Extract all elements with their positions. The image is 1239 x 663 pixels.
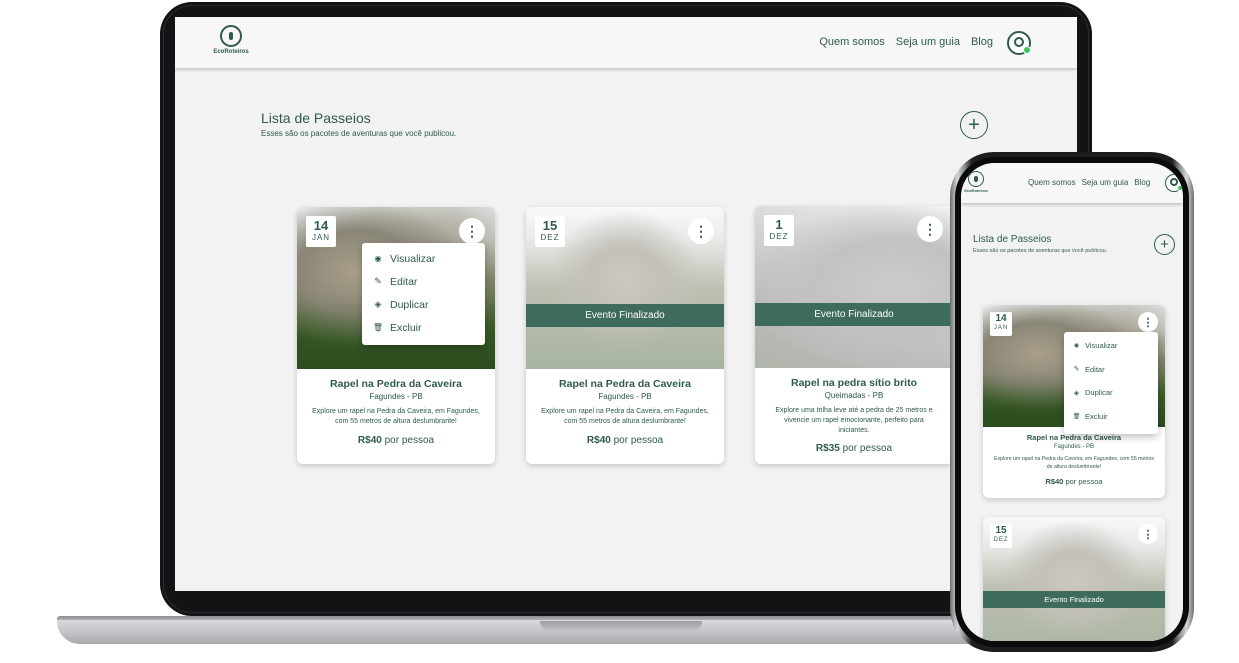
date-badge: 14 JAN xyxy=(306,216,336,247)
card-description: Explore um rapel na Pedra da Caveira, em… xyxy=(541,408,709,425)
date-badge: 15 DEZ xyxy=(535,216,565,247)
plus-icon: + xyxy=(1160,236,1169,253)
card-options-button[interactable]: ⋮ xyxy=(917,216,943,242)
mobile-top-navbar: EcoRoteiros Quem somos Seja um guia Blog xyxy=(961,163,1183,203)
card-description: Explore uma trilha leve até a pedra de 2… xyxy=(775,407,933,434)
event-finished-banner: Evento Finalizado xyxy=(755,303,953,326)
nav-link-seja-um-guia[interactable]: Seja um guia xyxy=(1082,178,1129,187)
card-title: Rapel na Pedra da Caveira xyxy=(1026,433,1122,442)
card-location: Fagundes - PB xyxy=(369,392,423,401)
add-tour-button[interactable]: + xyxy=(960,111,988,139)
layers-icon: ◈ xyxy=(1073,389,1080,397)
page-subtitle: Esses são os pacotes de aventuras que vo… xyxy=(973,248,1108,254)
card-price: R$40 por pessoa xyxy=(586,435,664,446)
online-status-dot xyxy=(1177,185,1183,191)
laptop-screen: EcoRoteiros Quem somos Seja um guia Blog… xyxy=(175,17,1077,591)
card-options-menu: ◉ Visualizar ✎ Editar ◈ Duplicar 🗑 Exclu… xyxy=(362,243,485,345)
nav-link-seja-um-guia[interactable]: Seja um guia xyxy=(896,36,960,48)
user-avatar[interactable] xyxy=(1165,174,1183,192)
pencil-icon: ✎ xyxy=(1073,366,1080,374)
card-options-menu: ◉ Visualizar ✎ Editar ◈ Duplicar 🗑 Exclu… xyxy=(1064,332,1158,434)
menu-item-duplicar[interactable]: ◈ Duplicar xyxy=(362,293,485,316)
menu-item-duplicar[interactable]: ◈ Duplicar xyxy=(1064,381,1158,405)
card-price: R$40 por pessoa xyxy=(357,435,435,446)
menu-item-excluir[interactable]: 🗑 Excluir xyxy=(362,316,485,339)
card-price: R$35 por pessoa xyxy=(815,443,893,454)
card-title: Rapel na Pedra da Caveira xyxy=(559,378,691,390)
menu-item-editar[interactable]: ✎ Editar xyxy=(1064,358,1158,382)
brand-name: EcoRoteiros xyxy=(213,49,249,55)
menu-item-editar[interactable]: ✎ Editar xyxy=(362,270,485,293)
card-options-button[interactable]: ⋮ xyxy=(688,218,714,244)
kebab-menu-icon: ⋮ xyxy=(1142,316,1154,329)
user-avatar[interactable] xyxy=(1007,31,1031,55)
trash-icon: 🗑 xyxy=(1072,413,1081,420)
page-title: Lista de Passeios xyxy=(261,110,371,126)
nav-link-blog[interactable]: Blog xyxy=(971,36,993,48)
page-title: Lista de Passeios xyxy=(973,234,1052,245)
nav-links: Quem somos Seja um guia Blog xyxy=(819,36,993,48)
menu-item-visualizar[interactable]: ◉ Visualizar xyxy=(362,247,485,270)
eye-icon: ◉ xyxy=(374,254,382,263)
brand-logo[interactable]: EcoRoteiros xyxy=(963,171,989,193)
page-subtitle: Esses são os pacotes de aventuras que vo… xyxy=(261,129,457,138)
tour-card[interactable]: Evento Finalizado 15 DEZ ⋮ Rapel na Pedr… xyxy=(526,207,724,464)
card-title: Rapel na pedra sítio brito xyxy=(790,377,918,389)
card-options-button[interactable]: ⋮ xyxy=(1138,312,1158,332)
card-location: Fagundes - PB xyxy=(1053,444,1095,450)
nav-links: Quem somos Seja um guia Blog xyxy=(1028,178,1150,187)
brand-logo[interactable]: EcoRoteiros xyxy=(211,25,251,55)
date-badge: 1 DEZ xyxy=(764,215,794,246)
top-navbar: EcoRoteiros Quem somos Seja um guia Blog xyxy=(175,17,1077,68)
card-options-button[interactable]: ⋮ xyxy=(1138,524,1158,544)
menu-item-visualizar[interactable]: ◉ Visualizar xyxy=(1064,334,1158,358)
trash-icon: 🗑 xyxy=(372,323,384,332)
pencil-icon: ✎ xyxy=(374,276,382,286)
nav-link-quem-somos[interactable]: Quem somos xyxy=(1028,178,1076,187)
plus-icon: + xyxy=(968,113,980,136)
compass-icon xyxy=(968,171,984,187)
kebab-menu-icon: ⋮ xyxy=(923,220,937,237)
card-description: Explore um rapel na Pedra da Caveira, em… xyxy=(312,408,480,425)
card-options-button[interactable]: ⋮ xyxy=(459,218,485,244)
card-price: R$40 por pessoa xyxy=(1045,477,1103,486)
event-finished-banner: Evento Finalizado xyxy=(526,304,724,327)
brand-name: EcoRoteiros xyxy=(964,188,988,193)
tour-card[interactable]: Evento Finalizado 1 DEZ ⋮ Rapel na pedra… xyxy=(755,206,953,464)
nav-link-blog[interactable]: Blog xyxy=(1134,178,1150,187)
card-location: Fagundes - PB xyxy=(598,392,652,401)
kebab-menu-icon: ⋮ xyxy=(465,222,479,239)
nav-link-quem-somos[interactable]: Quem somos xyxy=(819,36,884,48)
add-tour-button[interactable]: + xyxy=(1154,234,1175,255)
date-badge: 14 JAN xyxy=(990,312,1012,336)
laptop-notch xyxy=(540,621,702,630)
eye-icon: ◉ xyxy=(1073,343,1080,350)
card-location: Queimadas - PB xyxy=(824,391,884,400)
tour-card[interactable]: Evento Finalizado 15 DEZ ⋮ xyxy=(983,517,1165,641)
phone-screen: EcoRoteiros Quem somos Seja um guia Blog… xyxy=(961,163,1183,641)
layers-icon: ◈ xyxy=(374,299,382,309)
menu-item-excluir[interactable]: 🗑 Excluir xyxy=(1064,405,1158,429)
kebab-menu-icon: ⋮ xyxy=(694,222,708,239)
kebab-menu-icon: ⋮ xyxy=(1142,528,1154,541)
online-status-dot xyxy=(1023,46,1031,54)
date-badge: 15 DEZ xyxy=(990,524,1012,548)
compass-icon xyxy=(220,25,242,47)
event-finished-banner: Evento Finalizado xyxy=(983,591,1165,608)
card-description: Explore um rapel na Pedra da Caveira, em… xyxy=(993,456,1155,470)
card-title: Rapel na Pedra da Caveira xyxy=(330,378,462,390)
